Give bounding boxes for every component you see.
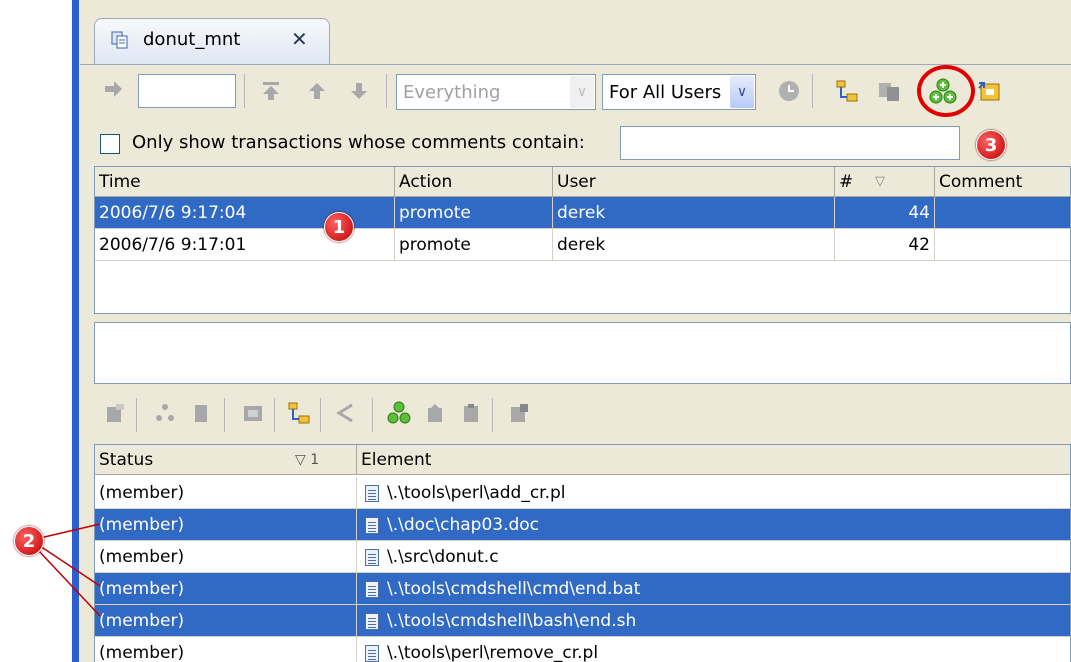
table-row[interactable]: (member) \.\src\donut.c <box>95 541 1070 573</box>
filter-select[interactable]: Everything ∨ <box>396 74 596 110</box>
element-browser-icon[interactable] <box>284 398 314 428</box>
comment-filter-checkbox[interactable] <box>100 134 120 154</box>
down-arrow-icon[interactable] <box>344 76 374 106</box>
tree-browser-icon[interactable] <box>832 76 862 106</box>
diff-icon[interactable] <box>238 398 268 428</box>
file-icon[interactable] <box>186 398 216 428</box>
document-icon <box>365 612 379 630</box>
toolbar-separator <box>274 398 276 432</box>
callout-3: 3 <box>976 130 1006 160</box>
active-transactions-icon[interactable] <box>384 398 414 428</box>
table-row[interactable]: (member) \.\tools\perl\add_cr.pl <box>95 477 1070 509</box>
highlight-circle <box>917 65 975 117</box>
table-row[interactable]: (member) \.\doc\chap03.doc <box>95 509 1070 541</box>
toolbar-separator <box>812 74 814 108</box>
toolbar-separator <box>136 398 138 432</box>
first-icon[interactable] <box>256 76 286 106</box>
table-row[interactable]: (member) \.\tools\cmdshell\bash\end.sh <box>95 605 1070 637</box>
column-header-number[interactable]: # ▽ <box>835 167 935 197</box>
column-header-comment[interactable]: Comment <box>935 167 1070 197</box>
callout-2: 2 <box>14 526 44 556</box>
tab-title: donut_mnt <box>143 29 241 50</box>
tab-close-icon[interactable]: ✕ <box>291 27 308 51</box>
toolbar-separator <box>386 74 388 108</box>
go-field[interactable] <box>138 74 236 108</box>
document-icon <box>365 580 379 598</box>
keep-icon[interactable] <box>456 398 486 428</box>
open-icon[interactable] <box>100 398 130 428</box>
workspace-icon[interactable] <box>974 76 1004 106</box>
toolbar-separator <box>320 398 322 432</box>
table-row[interactable]: 2006/7/6 9:17:04 promote derek 44 <box>95 197 1070 229</box>
toolbar-separator <box>244 74 246 108</box>
up-arrow-icon[interactable] <box>302 76 332 106</box>
table-row[interactable]: (member) \.\tools\cmdshell\cmd\end.bat <box>95 573 1070 605</box>
document-icon <box>365 644 379 662</box>
document-icon <box>365 548 379 566</box>
go-arrow-icon[interactable] <box>98 74 128 104</box>
table-row[interactable]: (member) \.\tools\perl\remove_cr.pl <box>95 637 1070 662</box>
comment-filter-input[interactable] <box>620 126 960 160</box>
sort-indicator-icon: ▽ 1 <box>295 452 320 468</box>
history-graph-icon[interactable] <box>330 398 360 428</box>
toolbar-separator <box>372 398 374 432</box>
clock-icon[interactable] <box>774 76 804 106</box>
comment-filter-row: Only show transactions whose comments co… <box>94 124 1071 164</box>
column-header-time[interactable]: Time <box>95 167 395 197</box>
comment-preview-pane <box>94 322 1071 384</box>
comment-filter-label: Only show transactions whose comments co… <box>132 132 585 153</box>
callout-2-pointer-lines <box>37 523 101 617</box>
users-select[interactable]: For All Users ∨ <box>602 74 756 110</box>
document-icon <box>365 484 379 502</box>
sort-indicator-icon: ▽ <box>875 174 885 189</box>
toolbar-separator <box>492 398 494 432</box>
elements-table: Status ▽ 1 Element (member) \.\tools\per… <box>94 444 1071 662</box>
element-toolbar <box>94 392 1071 438</box>
chevron-down-icon: ∨ <box>570 76 594 108</box>
table-row[interactable]: 2006/7/6 9:17:01 promote derek 42 <box>95 229 1070 261</box>
transactions-table: Time Action User # ▽ Comment 2006/7/6 9:… <box>94 166 1071 314</box>
column-header-element[interactable]: Element <box>357 445 1070 475</box>
version-copy-icon[interactable] <box>874 76 904 106</box>
stream-icon <box>111 31 128 49</box>
tab-donut-mnt[interactable]: donut_mnt ✕ <box>94 18 330 64</box>
chevron-down-icon: ∨ <box>730 76 754 108</box>
column-header-action[interactable]: Action <box>395 167 553 197</box>
toolbar-separator <box>224 398 226 432</box>
ancestry-icon[interactable] <box>150 398 180 428</box>
column-header-user[interactable]: User <box>553 167 835 197</box>
promote-icon[interactable] <box>420 398 450 428</box>
column-header-status[interactable]: Status ▽ 1 <box>95 445 357 475</box>
document-icon <box>365 516 379 534</box>
properties-icon[interactable] <box>504 398 534 428</box>
callout-1: 1 <box>324 212 354 242</box>
